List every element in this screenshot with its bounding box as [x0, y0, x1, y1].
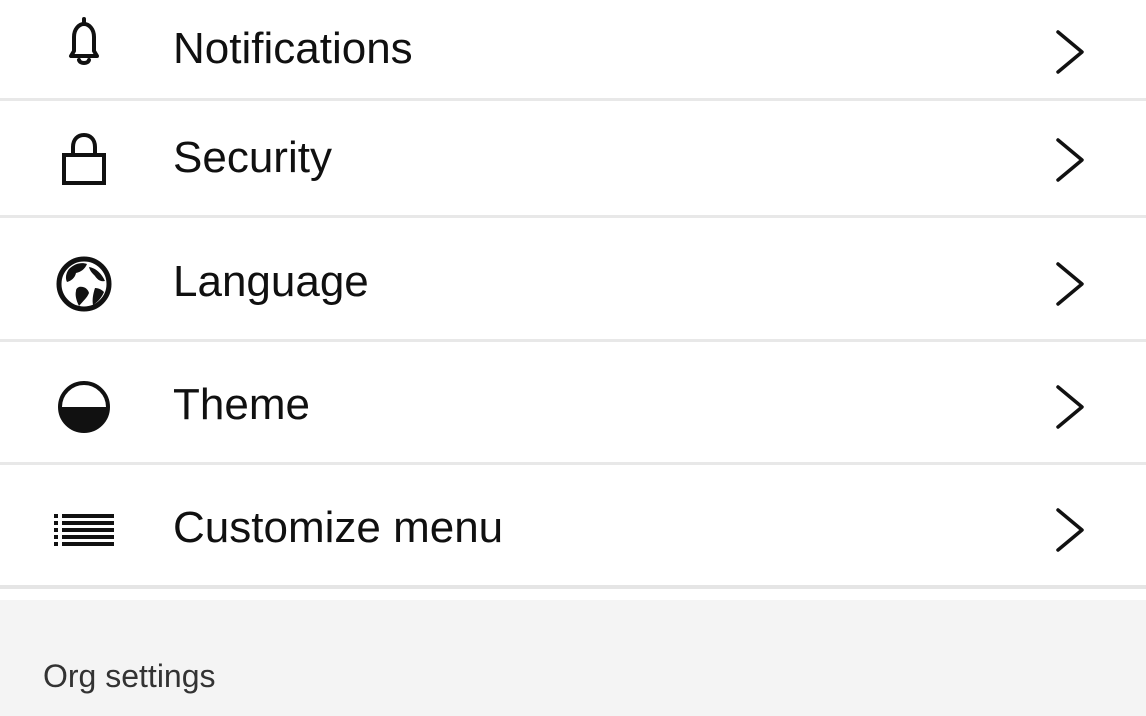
- chevron-right-icon: [1051, 27, 1089, 77]
- settings-row-label: Theme: [173, 380, 310, 429]
- settings-row-label: Language: [173, 257, 369, 306]
- list-icon: [51, 497, 117, 563]
- chevron-right-icon: [1051, 382, 1089, 432]
- settings-row-security[interactable]: Security: [0, 109, 1146, 218]
- bell-icon: [51, 12, 117, 78]
- settings-row-label: Customize menu: [173, 503, 504, 552]
- theme-half-circle-icon: [51, 374, 117, 440]
- chevron-right-icon: [1051, 259, 1089, 309]
- settings-row-notifications[interactable]: Notifications: [0, 0, 1146, 101]
- settings-row-language[interactable]: Language: [0, 233, 1146, 342]
- org-settings-section-label: Org settings: [43, 658, 216, 694]
- settings-row-customize-menu[interactable]: Customize menu: [0, 479, 1146, 589]
- globe-icon: [51, 251, 117, 317]
- settings-screen: Notifications Security Language Theme Cu…: [0, 0, 1146, 716]
- lock-icon: [51, 127, 117, 193]
- settings-row-label: Notifications: [173, 24, 413, 73]
- settings-row-theme[interactable]: Theme: [0, 356, 1146, 465]
- settings-row-label: Security: [173, 133, 332, 182]
- chevron-right-icon: [1051, 135, 1089, 185]
- settings-list: Notifications Security Language Theme Cu…: [0, 0, 1146, 600]
- chevron-right-icon: [1051, 505, 1089, 555]
